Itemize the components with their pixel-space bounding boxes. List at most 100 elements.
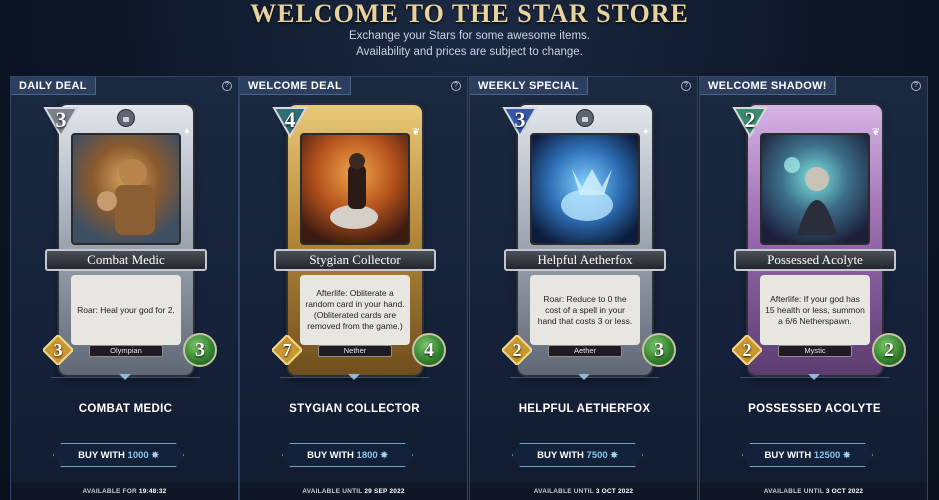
health-stat: 2 [872, 333, 906, 367]
card-name: Possessed Acolyte [734, 249, 896, 271]
buy-label: BUY WITH [307, 450, 354, 461]
attack-value: 2 [742, 340, 752, 360]
buy-button[interactable]: BUY WITH 12500 ✵ [742, 443, 873, 467]
game-card[interactable]: ✦ 3 Helpful Aetherfox Roar: Reduce to 0 … [490, 97, 679, 385]
availability-value: 3 OCT 2022 [595, 488, 634, 495]
deal-label: DAILY DEAL [11, 77, 96, 95]
availability-value: 29 SEP 2022 [364, 488, 405, 495]
game-card[interactable]: ❦ 2 Possessed Acolyte Afterlife: If your… [720, 97, 909, 385]
attack-stat: 7 [272, 335, 302, 365]
availability-value: 3 OCT 2022 [825, 488, 864, 495]
buy-button[interactable]: BUY WITH 1000 ✵ [53, 443, 184, 467]
divider [510, 374, 659, 382]
item-name: STYGIAN COLLECTOR [289, 403, 420, 415]
health-stat: 4 [412, 333, 446, 367]
availability-value: 19:48:32 [138, 488, 167, 495]
offer-card-welcome-deal: WELCOME DEAL ? ❦ 4 Stygian Collector Aft… [239, 76, 468, 500]
buy-label: BUY WITH [537, 450, 584, 461]
card-name: Helpful Aetherfox [504, 249, 666, 271]
game-card[interactable]: ❦ 4 Stygian Collector Afterlife: Obliter… [260, 97, 449, 385]
card-name: Combat Medic [45, 249, 207, 271]
item-name: COMBAT MEDIC [78, 403, 173, 415]
divider [51, 374, 200, 382]
availability-bar: AVAILABLE UNTIL 29 SEP 2022 [240, 483, 467, 500]
help-icon[interactable]: ? [451, 81, 461, 91]
card-artwork [71, 133, 181, 245]
attack-value: 7 [282, 340, 292, 360]
star-icon: ✵ [842, 450, 851, 460]
mana-value: 2 [744, 107, 756, 132]
lock-icon [117, 109, 135, 127]
mana-value: 4 [284, 107, 296, 132]
card-tribe: Nether [318, 345, 392, 357]
mana-cost: 3 [43, 102, 79, 138]
card-text: Roar: Reduce to 0 the cost of a spell in… [530, 275, 640, 345]
stygian-collector-illustration [330, 153, 378, 229]
help-icon[interactable]: ? [911, 81, 921, 91]
game-card[interactable]: ✦ 3 Combat Medic Roar: Heal your god for… [31, 97, 220, 385]
help-icon[interactable]: ? [681, 81, 691, 91]
page-title: WELCOME TO THE STAR STORE [250, 0, 689, 28]
availability-label: AVAILABLE UNTIL [533, 488, 594, 495]
buy-button[interactable]: BUY WITH 7500 ✵ [512, 443, 643, 467]
price: 12500 [813, 450, 841, 461]
mana-cost: 3 [502, 102, 538, 138]
item-name: POSSESSED ACOLYTE [748, 403, 881, 415]
availability-bar: AVAILABLE UNTIL 3 OCT 2022 [700, 483, 927, 500]
set-icon: ✦ [641, 127, 651, 138]
card-tribe: Aether [548, 345, 622, 357]
availability-label: AVAILABLE UNTIL [763, 488, 824, 495]
card-tribe: Olympian [89, 345, 163, 357]
mana-cost: 2 [732, 102, 768, 138]
card-artwork [530, 133, 640, 245]
price: 1000 [127, 450, 149, 461]
card-name: Stygian Collector [274, 249, 436, 271]
card-text: Roar: Heal your god for 2. [71, 275, 181, 345]
attack-stat: 3 [43, 335, 73, 365]
availability-bar: AVAILABLE UNTIL 3 OCT 2022 [470, 483, 697, 500]
attack-stat: 2 [732, 335, 762, 365]
deal-label: WELCOME DEAL [240, 77, 352, 95]
subtitle-line-2: Availability and prices are subject to c… [356, 46, 583, 58]
help-icon[interactable]: ? [222, 81, 232, 91]
divider [740, 374, 889, 382]
price: 1800 [356, 450, 378, 461]
item-name: HELPFUL AETHERFOX [518, 403, 651, 415]
price: 7500 [586, 450, 608, 461]
offer-card-welcome-shadow: WELCOME SHADOW! ? ❦ 2 Possessed Acolyte … [699, 76, 928, 500]
star-icon: ✵ [610, 450, 618, 460]
buy-label: BUY WITH [764, 450, 812, 461]
availability-label: AVAILABLE UNTIL [302, 488, 363, 495]
store-header: WELCOME TO THE STAR STORE Exchange your … [0, 0, 939, 60]
deal-label: WEEKLY SPECIAL [470, 77, 588, 95]
mana-value: 3 [55, 107, 67, 132]
combat-medic-illustration [97, 159, 155, 235]
subtitle-line-1: Exchange your Stars for some awesome ite… [349, 30, 590, 42]
card-artwork [300, 133, 410, 245]
card-text: Afterlife: Obliterate a random card in y… [300, 275, 410, 345]
helpful-aetherfox-illustration [561, 169, 613, 221]
card-tribe: Mystic [778, 345, 852, 357]
attack-value: 2 [512, 340, 522, 360]
set-icon: ❦ [871, 127, 881, 138]
possessed-acolyte-illustration [784, 157, 837, 235]
availability-label: AVAILABLE FOR [82, 488, 137, 495]
star-icon: ✵ [380, 450, 388, 460]
star-icon: ✵ [151, 450, 159, 460]
lock-icon [576, 109, 594, 127]
mana-cost: 4 [272, 102, 308, 138]
attack-value: 3 [53, 340, 63, 360]
buy-label: BUY WITH [78, 450, 125, 461]
divider [280, 374, 429, 382]
buy-button[interactable]: BUY WITH 1800 ✵ [282, 443, 413, 467]
set-icon: ✦ [182, 127, 192, 138]
set-icon: ❦ [411, 127, 421, 138]
attack-stat: 2 [502, 335, 532, 365]
health-stat: 3 [642, 333, 676, 367]
card-artwork [760, 133, 870, 245]
offer-card-weekly-special: WEEKLY SPECIAL ? ✦ 3 Helpful Aetherfox R… [469, 76, 698, 500]
deal-label: WELCOME SHADOW! [700, 77, 836, 95]
card-text: Afterlife: If your god has 15 health or … [760, 275, 870, 345]
offer-card-daily-deal: DAILY DEAL ? ✦ 3 Combat Medic Roar: Heal… [10, 76, 239, 500]
availability-bar: AVAILABLE FOR 19:48:32 [11, 483, 238, 500]
